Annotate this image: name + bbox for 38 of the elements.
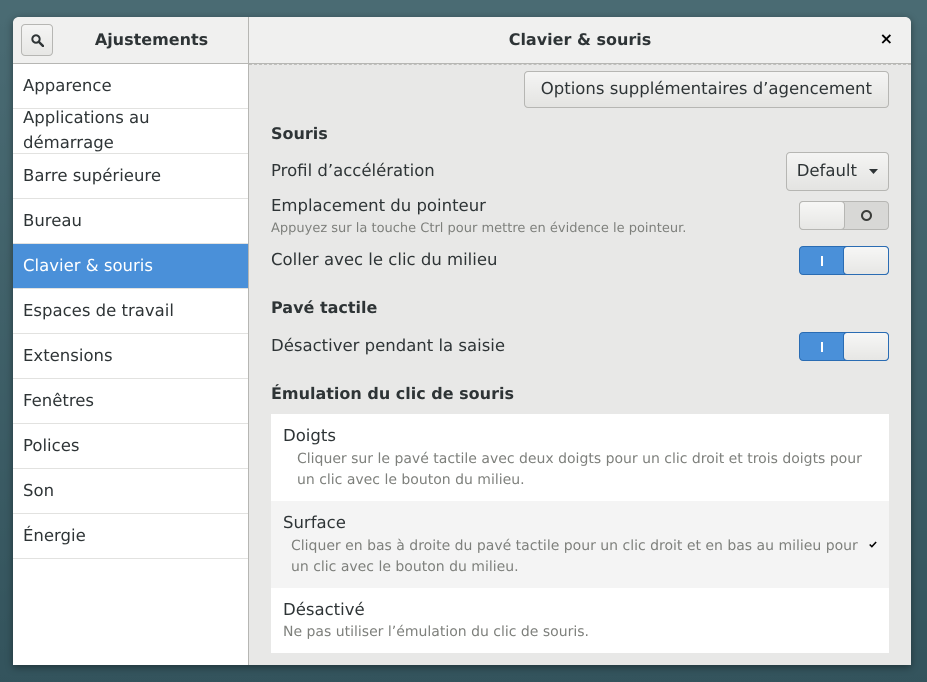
sidebar-item[interactable]: Fenêtres — [13, 379, 248, 424]
toggle-switch[interactable] — [799, 201, 889, 230]
setting-label: Emplacement du pointeur — [271, 194, 487, 217]
sidebar-item[interactable]: Énergie — [13, 514, 248, 559]
setting-description: Appuyez sur la touche Ctrl pour mettre en évidence le pointeur. — [271, 220, 686, 238]
section-title: Émulation du clic de souris — [271, 383, 515, 405]
sidebar-item[interactable]: Espaces de travail — [13, 289, 248, 334]
close-button[interactable]: × — [876, 29, 897, 48]
sidebar-item[interactable]: Polices — [13, 424, 248, 469]
toggle-switch[interactable] — [799, 332, 889, 360]
option-description: Ne pas utiliser l’émulation du clic de souris. — [283, 623, 590, 642]
caret-icon — [869, 169, 878, 174]
option-label: Désactivé — [283, 598, 366, 620]
option-item[interactable]: Doigts Cliquer sur le pavé tactile avec deux doigts pour un clic droit et trois doigts pour un clic avec le bouton du milieu. — [271, 414, 889, 501]
option-item[interactable]: Désactivé Ne pas utiliser l’émulation du clic de souris. — [271, 588, 889, 654]
option-label: Doigts — [283, 425, 337, 447]
search-button[interactable] — [21, 24, 53, 56]
setting-label: Profil d’accélération — [271, 160, 435, 182]
dropdown-button[interactable]: Default — [786, 152, 889, 192]
check-icon — [869, 540, 877, 549]
section-title: Souris — [271, 122, 329, 145]
sidebar-item[interactable]: Applications au démarrage — [13, 109, 248, 154]
search-icon — [30, 34, 44, 46]
setting-label: Désactiver pendant la saisie — [271, 334, 506, 357]
window-title: Clavier & souris — [508, 29, 652, 51]
options-button[interactable]: Options supplémentaires d’agencement — [524, 71, 889, 108]
section-title: Pavé tactile — [271, 297, 378, 319]
toggle-switch[interactable] — [799, 246, 889, 274]
option-item[interactable]: Surface Cliquer en bas à droite du pavé tactile pour un clic droit et en bas au milieu pour un clic avec le bouton du milieu. — [271, 500, 889, 588]
sidebar-item[interactable]: Extensions — [13, 334, 248, 379]
sidebar-item[interactable]: Barre supérieure — [13, 154, 248, 199]
app-title: Ajustements — [94, 30, 208, 49]
setting-label: Coller avec le clic du milieu — [271, 248, 498, 271]
sidebar-item[interactable]: Son — [13, 469, 248, 514]
option-label: Surface — [283, 512, 347, 534]
sidebar-item[interactable]: Apparence — [13, 64, 248, 109]
option-description: Cliquer sur le pavé tactile avec deux doigts pour un clic droit et trois doigts pour un clic avec le bouton du milieu. — [296, 450, 863, 490]
option-description: Cliquer en bas à droite du pavé tactile pour un clic droit et en bas au milieu pour un clic avec le bouton du milieu. — [290, 536, 859, 576]
